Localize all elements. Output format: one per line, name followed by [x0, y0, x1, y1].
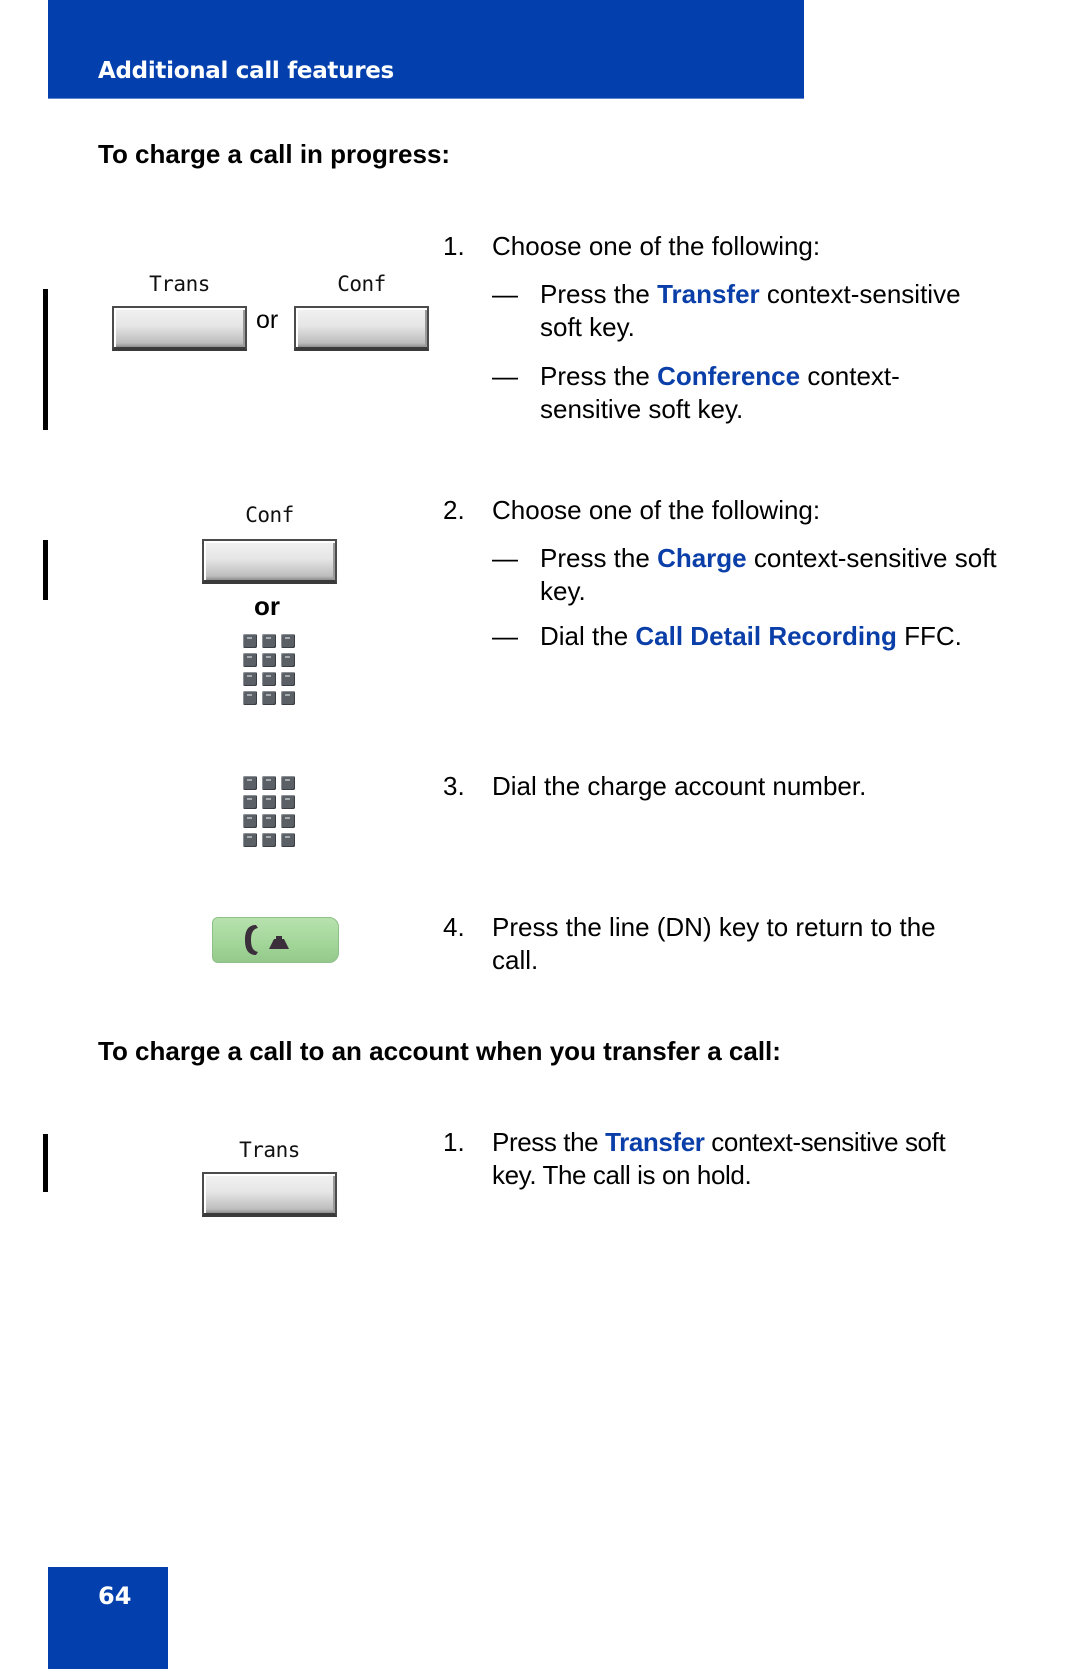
dialpad-key[interactable] [243, 833, 257, 847]
dialpad-key[interactable] [243, 672, 257, 686]
softkey-trans-button[interactable] [202, 1172, 337, 1217]
softkey-conf-button[interactable] [294, 306, 429, 351]
option-text: Press the Conference context-sensitive s… [540, 361, 900, 424]
keyword-transfer: Transfer [657, 279, 760, 309]
step-text: Press the line (DN) key to return to the… [492, 912, 936, 975]
keyword-call-detail-recording: Call Detail Recording [635, 621, 897, 651]
dialpad-key[interactable] [262, 672, 276, 686]
softkey-label-trans: Trans [149, 272, 210, 296]
or-label: or [254, 591, 280, 621]
dialpad-key[interactable] [262, 776, 276, 790]
change-bar [43, 540, 48, 600]
change-bar [43, 289, 48, 430]
option-text: Dial the Call Detail Recording FFC. [540, 621, 962, 651]
keyword-conference: Conference [657, 361, 801, 391]
dialpad-key[interactable] [281, 672, 295, 686]
chapter-header-band [48, 0, 804, 99]
option-dash: — [492, 361, 518, 391]
dialpad-key[interactable] [281, 653, 295, 667]
softkey-label-trans: Trans [239, 1138, 300, 1162]
dialpad-icon[interactable] [243, 634, 297, 708]
page-number: 64 [98, 1582, 132, 1610]
step-number: 3. [443, 771, 465, 801]
change-bar [43, 1134, 48, 1192]
step-number: 2. [443, 495, 465, 525]
dialpad-key[interactable] [262, 814, 276, 828]
dialpad-key[interactable] [262, 691, 276, 705]
dialpad-icon[interactable] [243, 776, 297, 850]
dialpad-key[interactable] [281, 691, 295, 705]
line-key-handset-icon [245, 925, 289, 955]
option-dash: — [492, 621, 518, 651]
dialpad-key[interactable] [243, 691, 257, 705]
option-dash: — [492, 543, 518, 573]
softkey-label-conf: Conf [245, 503, 294, 527]
dialpad-key[interactable] [262, 795, 276, 809]
dialpad-key[interactable] [262, 833, 276, 847]
option-text: Press the Charge context-sensitive soft … [540, 543, 997, 606]
step-text: Choose one of the following: [492, 231, 821, 261]
step-number: 1. [443, 1127, 465, 1157]
section-heading-charge-on-transfer: To charge a call to an account when you … [98, 1036, 781, 1066]
step-text: Choose one of the following: [492, 495, 821, 525]
step-text: Dial the charge account number. [492, 771, 867, 801]
dialpad-key[interactable] [281, 833, 295, 847]
or-label: or [256, 306, 279, 334]
softkey-label-conf: Conf [337, 272, 386, 296]
softkey-conf-button[interactable] [202, 539, 337, 584]
line-key-button[interactable] [212, 917, 339, 963]
dialpad-key[interactable] [262, 634, 276, 648]
dialpad-key[interactable] [262, 653, 276, 667]
step-number: 4. [443, 912, 465, 942]
dialpad-key[interactable] [243, 795, 257, 809]
keyword-charge: Charge [657, 543, 747, 573]
option-text: Press the Transfer context-sensitive sof… [540, 279, 961, 342]
dialpad-key[interactable] [281, 776, 295, 790]
dialpad-key[interactable] [243, 653, 257, 667]
dialpad-key[interactable] [281, 634, 295, 648]
keyword-transfer: Transfer [605, 1127, 705, 1157]
option-dash: — [492, 279, 518, 309]
step-text: Press the Transfer context-sensitive sof… [492, 1127, 946, 1190]
dialpad-key[interactable] [281, 814, 295, 828]
softkey-trans-button[interactable] [112, 306, 247, 351]
chapter-title: Additional call features [98, 58, 394, 84]
step-number: 1. [443, 231, 465, 261]
dialpad-key[interactable] [243, 634, 257, 648]
dialpad-key[interactable] [281, 795, 295, 809]
section-heading-charge-in-progress: To charge a call in progress: [98, 139, 451, 169]
dialpad-key[interactable] [243, 814, 257, 828]
dialpad-key[interactable] [243, 776, 257, 790]
